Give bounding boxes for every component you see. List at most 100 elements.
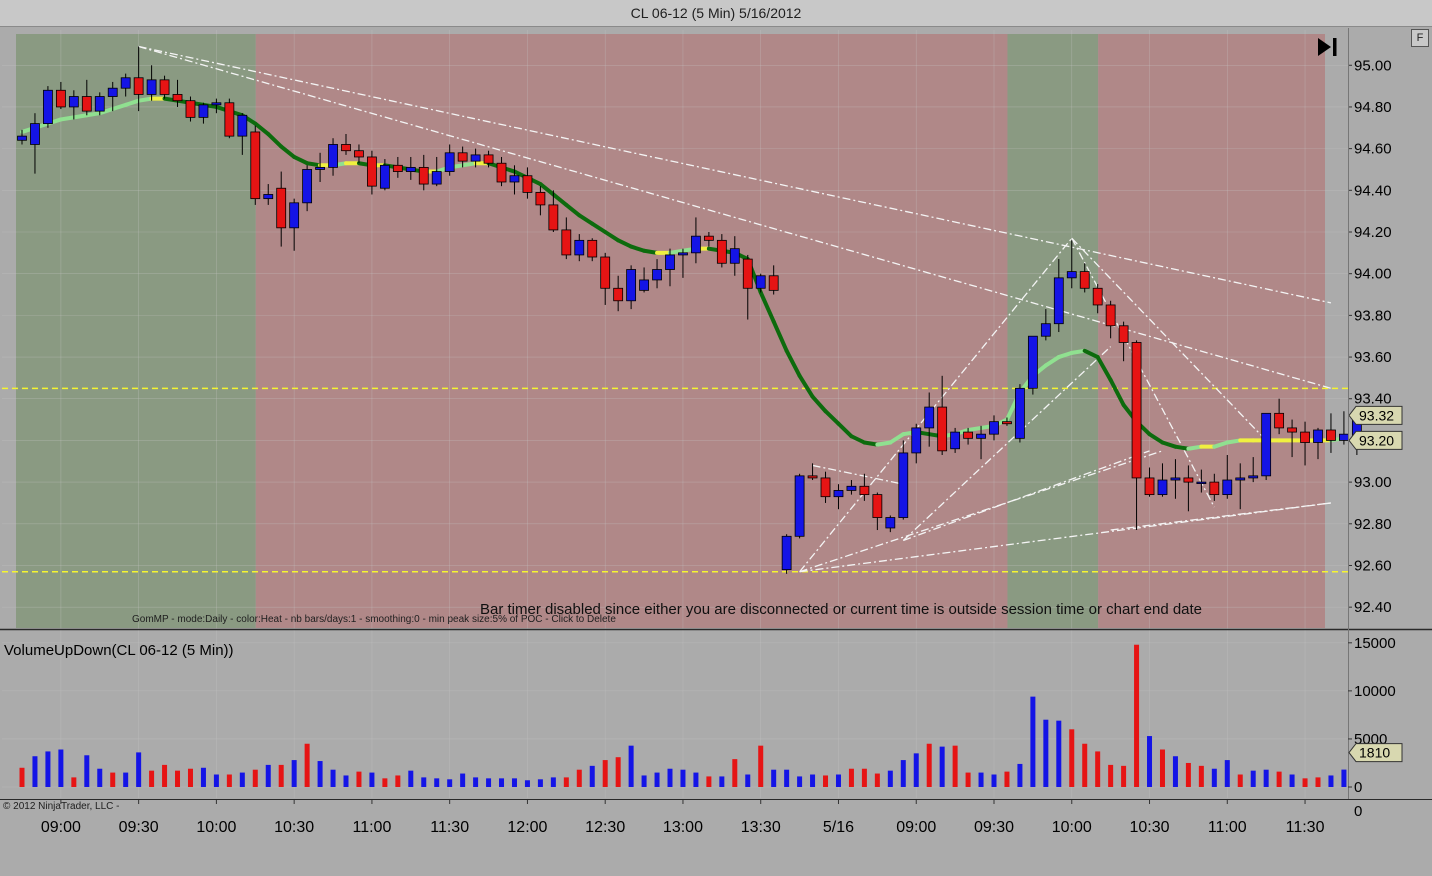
candle: [1170, 459, 1181, 499]
volume-bar: [1302, 778, 1308, 787]
ma-segment: [1328, 436, 1346, 443]
candle: [107, 81, 118, 112]
ma-segment: [201, 102, 219, 109]
volume-bar: [395, 775, 401, 787]
time-tick-label: 11:30: [1286, 819, 1325, 836]
volume-bar: [732, 759, 738, 787]
volume-bar: [356, 771, 362, 787]
ma-segment: [732, 250, 750, 262]
volume-bar: [369, 772, 375, 787]
ma-segment: [849, 434, 867, 445]
volume-bar: [1276, 771, 1282, 787]
candle: [431, 156, 442, 187]
ma-segment: [58, 115, 76, 122]
candle: [1248, 457, 1259, 483]
volume-bar: [226, 774, 232, 787]
ma-segment: [577, 213, 595, 226]
trendline: [799, 450, 1163, 573]
candle-body: [898, 452, 909, 518]
svg-text:93.20: 93.20: [1359, 432, 1394, 448]
candle: [963, 427, 973, 445]
candle: [1040, 309, 1051, 341]
trendline: [1071, 237, 1215, 508]
format-button[interactable]: F: [1411, 29, 1429, 47]
price-tick-label: 93.20: [1354, 432, 1392, 449]
candle-body: [30, 123, 40, 145]
session-zone-green: [16, 34, 256, 628]
volume-bar: [1341, 769, 1347, 787]
time-tick-label: 12:00: [507, 819, 547, 836]
go-to-end-icon[interactable]: [1318, 38, 1337, 56]
volume-bar: [835, 774, 841, 787]
candle: [1131, 340, 1142, 531]
time-tick-label: 10:00: [1052, 819, 1092, 836]
ma-segment: [823, 409, 841, 426]
volume-tick-label: 10000: [1354, 683, 1396, 700]
trendlines: [138, 45, 1332, 573]
candle-body: [211, 102, 222, 106]
volume-bar: [32, 756, 38, 787]
volume-bar: [200, 767, 206, 787]
last-price-badge: 93.32: [1348, 405, 1403, 425]
session-zone-red: [255, 34, 1008, 628]
volume-tick-label: 5000: [1354, 731, 1387, 748]
volume-bar: [162, 764, 168, 787]
candle-body: [55, 89, 66, 108]
candle: [613, 275, 624, 312]
candle: [911, 423, 922, 464]
candle-body: [302, 169, 313, 204]
ma-segment: [888, 432, 906, 445]
candle-body: [1170, 477, 1181, 481]
volume-bar: [499, 778, 505, 787]
volume-bar: [693, 772, 699, 787]
svg-text:93.32: 93.32: [1359, 407, 1394, 423]
ma-segment: [719, 248, 737, 255]
candle-body: [1183, 477, 1194, 483]
ma-segment: [214, 104, 232, 114]
candle-body: [17, 135, 27, 141]
moving-average-line: [20, 96, 1346, 451]
candle-body: [1235, 477, 1246, 481]
candle: [30, 113, 40, 174]
candle-body: [859, 485, 870, 496]
candle: [43, 86, 53, 128]
ma-segment: [706, 246, 724, 253]
ma-segment: [382, 163, 400, 170]
candle-body: [911, 427, 922, 454]
candle-body: [755, 275, 766, 289]
price-axis: 95.00 94.80 94.60 94.40 94.20 94.00 93.80 93.60…: [1348, 57, 1392, 616]
candle-body: [237, 114, 248, 137]
volume-bar: [823, 775, 829, 787]
ma-segment: [486, 161, 504, 170]
volume-bar: [110, 772, 116, 787]
candle: [1092, 284, 1103, 314]
volume-bar: [304, 743, 310, 787]
trendline: [1110, 502, 1332, 531]
candle: [263, 184, 274, 205]
price-tick-label: 93.60: [1354, 349, 1392, 366]
candle: [898, 440, 909, 520]
ma-segment: [564, 202, 582, 218]
candle: [185, 96, 196, 122]
candle: [561, 217, 572, 260]
volume-bar: [473, 777, 479, 787]
candle: [1157, 463, 1168, 497]
volume-bar: [1224, 760, 1230, 787]
ma-segment: [953, 428, 971, 437]
volume-bar: [952, 745, 958, 787]
volume-grid: [2, 642, 1348, 788]
candle-body: [885, 517, 896, 529]
volume-tick-label: 0: [1354, 779, 1362, 796]
trendline: [799, 502, 1332, 573]
candle: [250, 125, 261, 205]
candle: [55, 81, 66, 110]
market-profile-zones: [16, 34, 1325, 628]
candle-body: [626, 269, 637, 302]
candle: [457, 146, 468, 168]
ma-segment: [538, 182, 556, 197]
ma-segment: [758, 290, 776, 324]
volume-bar: [71, 777, 77, 787]
volume-bar: [1289, 774, 1295, 787]
ma-segment: [1043, 355, 1061, 368]
volume-bar: [1185, 762, 1191, 787]
